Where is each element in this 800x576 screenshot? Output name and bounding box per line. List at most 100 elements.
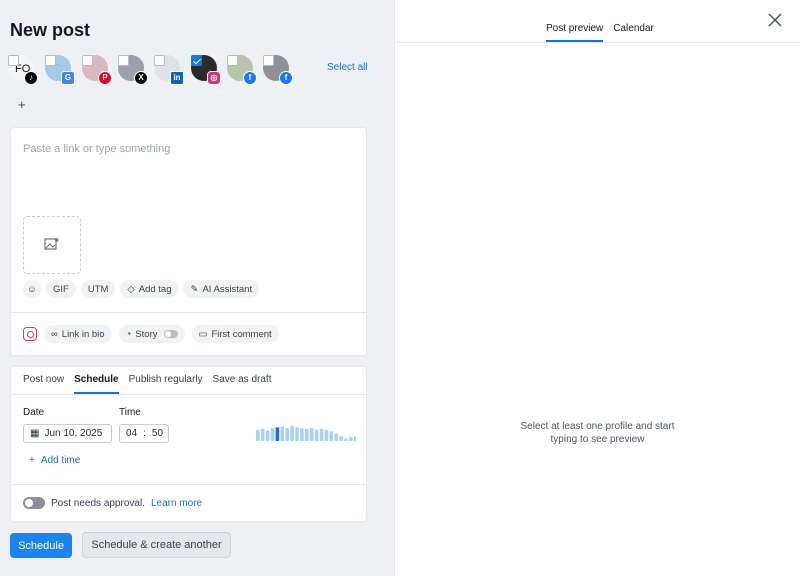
activity-bar [339,436,343,441]
ai-assistant-button[interactable]: ✎ AI Assistant [183,280,260,298]
divider [11,312,366,313]
learn-more-link[interactable]: Learn more [151,498,202,509]
schedule-tabs: Post now Schedule Publish regularly Save… [23,374,271,394]
profile-avatar-1[interactable]: FO ♪ [8,55,38,85]
editor-toolbar: ☺ GIF UTM ◇ Add tag ✎ AI Assistant [23,280,260,298]
activity-bar [275,427,280,441]
date-label: Date [23,407,45,418]
time-hour[interactable]: 04 [126,428,137,439]
story-label: Story [135,328,158,340]
activity-bar [329,431,334,441]
profile-avatar-3[interactable]: P [82,55,112,85]
activity-bar [300,428,304,441]
profile-checkbox[interactable] [8,55,19,66]
ai-assistant-label: AI Assistant [202,283,253,295]
activity-bar [285,428,289,441]
activity-bar [354,436,356,441]
facebook-icon: f [243,71,257,85]
activity-bar [314,429,319,441]
date-picker[interactable]: ▦ Jun 10, 2025 [23,424,112,443]
schedule-and-create-another-button[interactable]: Schedule & create another [82,532,231,558]
activity-bar [270,428,275,441]
activity-bar [324,429,329,441]
instagram-options: ∞ Link in bio ◔ Story ▭ First comment [23,325,279,343]
link-in-bio-label: Link in bio [61,328,105,340]
select-all-link[interactable]: Select all [327,62,368,73]
gif-button[interactable]: GIF [46,280,76,298]
profile-avatar-2[interactable]: G [45,55,75,85]
activity-bar [260,429,265,441]
preview-empty-state: Select at least one profile and start ty… [520,421,675,445]
story-toggle[interactable]: ◔ Story [118,325,185,343]
activity-bar [305,429,309,441]
profile-checkbox[interactable] [118,55,129,66]
profile-checkbox[interactable] [227,55,238,66]
page-title: New post [10,20,91,40]
magic-pen-icon: ✎ [190,283,199,295]
pinterest-icon: P [98,71,112,85]
first-comment-label: First comment [211,328,272,340]
activity-bar [319,429,324,441]
tiktok-icon: ♪ [24,71,38,85]
add-tag-label: Add tag [138,283,172,295]
linkedin-icon: in [170,71,184,85]
profile-avatar-4[interactable]: X [118,55,148,85]
profile-checkbox[interactable] [82,55,93,66]
link-in-bio-button[interactable]: ∞ Link in bio [44,325,112,343]
add-time-button[interactable]: + Add time [29,455,80,466]
profile-avatar-8[interactable]: f [263,55,293,85]
divider [395,42,800,43]
approval-text: Post needs approval. [51,497,145,509]
schedule-panel: Post now Schedule Publish regularly Save… [10,366,367,522]
time-picker[interactable]: 04 : 50 [119,424,169,443]
image-add-icon [44,238,59,250]
best-time-chart [256,425,356,441]
add-profile-button[interactable]: + [18,97,26,112]
tab-calendar[interactable]: Calendar [613,23,654,42]
activity-bar [349,437,353,441]
instagram-icon [23,327,37,341]
activity-bar [280,426,285,441]
time-label: Time [119,407,141,418]
emoji-icon: ☺ [27,283,37,295]
profile-avatar-7[interactable]: f [227,55,257,85]
tab-underline [11,394,366,395]
activity-bar [265,430,270,441]
profile-selector: FO ♪ G P X in ◎ f f [8,55,298,85]
divider [11,484,366,485]
schedule-button[interactable]: Schedule [10,533,72,558]
google-business-icon: G [61,71,75,85]
x-icon: X [134,71,148,85]
profile-checkbox[interactable] [45,55,56,66]
utm-button[interactable]: UTM [80,280,116,298]
calendar-icon: ▦ [30,428,40,439]
tab-save-as-draft[interactable]: Save as draft [213,374,272,394]
comment-icon: ▭ [198,328,208,340]
date-value: Jun 10, 2025 [44,428,103,439]
tab-post-preview[interactable]: Post preview [546,23,604,42]
profile-checkbox[interactable] [191,55,202,66]
profile-checkbox[interactable] [154,55,165,66]
tab-schedule[interactable]: Schedule [74,374,119,394]
instagram-icon: ◎ [207,71,221,85]
tab-publish-regularly[interactable]: Publish regularly [129,374,203,394]
tag-icon: ◇ [127,283,135,295]
story-switch[interactable] [163,330,178,338]
profile-avatar-6[interactable]: ◎ [191,55,221,85]
approval-toggle[interactable] [23,497,45,509]
time-separator: : [143,428,146,439]
media-upload-area[interactable] [23,216,81,274]
emoji-button[interactable]: ☺ [23,280,41,298]
post-text-input[interactable]: Paste a link or type something [23,143,170,155]
compose-panel: New post FO ♪ G P X in ◎ f f Select all … [0,0,394,576]
close-icon[interactable] [765,10,785,30]
tab-post-now[interactable]: Post now [23,374,64,394]
add-time-label: Add time [40,455,81,466]
profile-checkbox[interactable] [263,55,274,66]
activity-bar [290,425,294,441]
first-comment-button[interactable]: ▭ First comment [191,325,279,343]
time-minute[interactable]: 50 [152,428,163,439]
profile-avatar-5[interactable]: in [154,55,184,85]
add-tag-button[interactable]: ◇ Add tag [120,280,179,298]
activity-bar [295,427,299,441]
